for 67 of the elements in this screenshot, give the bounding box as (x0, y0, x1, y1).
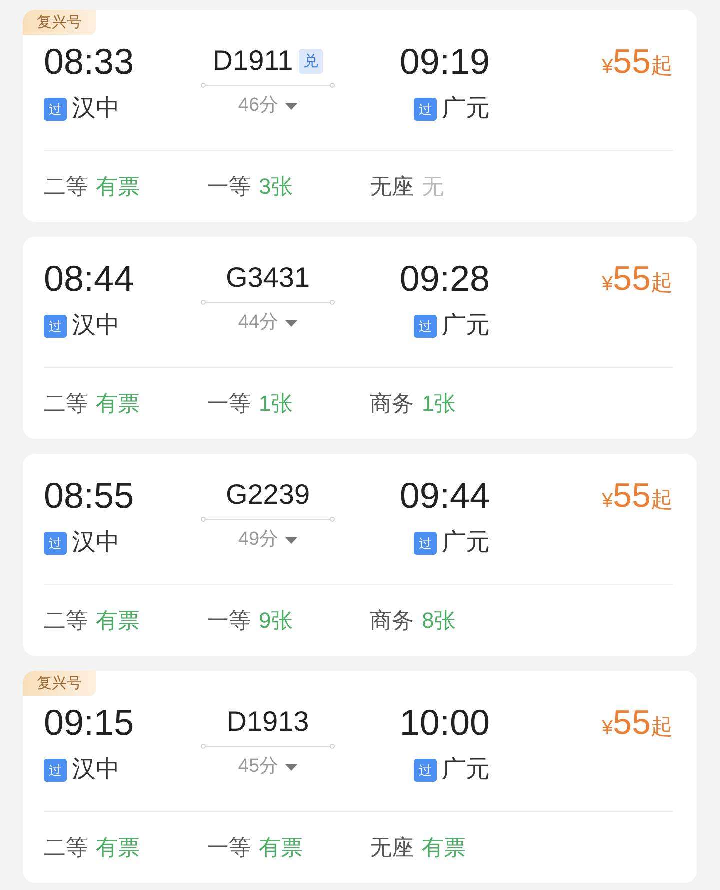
seat-class: 一等 (207, 834, 251, 862)
seat-availability: 8张 (422, 607, 456, 635)
seat-availability: 1张 (259, 390, 294, 418)
seat-class: 二等 (44, 390, 88, 418)
seat-class: 二等 (44, 834, 88, 862)
caret-icon (284, 102, 298, 110)
seat-class: 二等 (44, 607, 88, 635)
train-card[interactable]: 08:55 过 汉中 G2239 49分 09:44 过 广元 ¥55起 二等 有票 一等 9张 商务 8张 (23, 454, 697, 656)
arrival-time: 09:28 (400, 259, 490, 299)
train-number: G2239 (226, 479, 310, 511)
train-number: D1911 (212, 45, 294, 77)
seat-class: 商务 (370, 607, 414, 635)
price-text: ¥55起 (601, 259, 673, 300)
arrival-station: 广元 (442, 530, 490, 556)
seat-availability: 有票 (96, 173, 140, 201)
departure-station: 汉中 (72, 96, 120, 122)
seat-class: 一等 (207, 173, 251, 201)
seat-availability: 3张 (259, 173, 294, 201)
departure-station: 汉中 (72, 530, 120, 556)
station-tag: 过 (414, 314, 437, 338)
seat-class: 无座 (370, 173, 414, 201)
train-type-badge: 复兴号 (23, 671, 96, 696)
station-tag: 过 (44, 758, 67, 782)
exchange-tag: 兑 (299, 48, 324, 74)
train-card[interactable]: 复兴号 08:33 过 汉中 D1911 兑 46分 09:19 过 广元 ¥55起 二等 有票 一等 3张 无座 无 (23, 10, 697, 222)
seat-class: 一等 (207, 607, 251, 635)
departure-time: 08:44 (44, 259, 134, 299)
seat-availability: 1张 (422, 390, 456, 418)
departure-time: 08:33 (44, 42, 134, 82)
seat-availability: 有票 (96, 834, 140, 862)
train-card[interactable]: 复兴号 09:15 过 汉中 D1913 45分 10:00 过 广元 ¥55起 二等 有票 一等 有票 无座 有票 (23, 671, 697, 883)
station-tag: 过 (44, 314, 67, 338)
departure-station: 汉中 (72, 757, 120, 783)
departure-station: 汉中 (72, 313, 120, 339)
caret-icon (284, 320, 298, 326)
seat-class: 无座 (370, 834, 414, 862)
station-tag: 过 (414, 98, 437, 120)
train-type-badge: 复兴号 (23, 10, 96, 35)
seat-availability: 有票 (422, 834, 466, 862)
arrival-time: 10:00 (400, 703, 490, 743)
arrival-station: 广元 (442, 313, 490, 339)
arrival-station: 广元 (442, 96, 490, 122)
arrival-time: 09:19 (400, 42, 490, 82)
caret-icon (284, 764, 298, 770)
train-number: D1913 (226, 706, 310, 738)
arrival-time: 09:44 (400, 476, 490, 516)
train-number: G3431 (226, 262, 310, 294)
station-tag: 过 (44, 532, 67, 554)
seat-class: 商务 (370, 390, 414, 418)
arrival-station: 广元 (442, 757, 490, 783)
seat-availability: 有票 (96, 390, 140, 418)
seat-availability: 有票 (96, 607, 140, 635)
departure-time: 08:55 (44, 476, 134, 516)
seat-availability: 9张 (259, 607, 294, 635)
seat-availability: 有票 (259, 834, 303, 862)
price-text: ¥55起 (601, 476, 673, 517)
caret-icon (284, 536, 298, 544)
seat-availability: 无 (422, 173, 444, 201)
price-text: ¥55起 (601, 703, 673, 744)
seat-class: 一等 (207, 390, 251, 418)
departure-time: 09:15 (44, 703, 134, 743)
station-tag: 过 (44, 98, 67, 120)
train-card[interactable]: 08:44 过 汉中 G3431 44分 09:28 过 广元 ¥55起 二等 有票 一等 1张 商务 1张 (23, 237, 697, 439)
seat-class: 二等 (44, 173, 88, 201)
station-tag: 过 (414, 532, 437, 554)
station-tag: 过 (414, 758, 437, 782)
price-text: ¥55起 (601, 42, 673, 83)
